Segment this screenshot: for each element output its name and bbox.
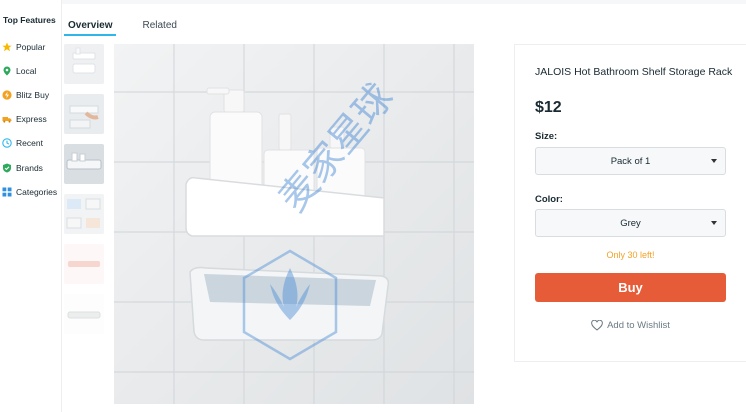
sidebar-item-label: Categories xyxy=(16,187,58,197)
main-product-image[interactable]: 麦家星球 xyxy=(114,44,474,404)
color-select[interactable]: Grey xyxy=(535,209,726,237)
sidebar-item-label: Brands xyxy=(16,163,43,173)
pin-icon xyxy=(3,66,11,76)
shelf-photo: 麦家星球 xyxy=(114,44,474,404)
color-label: Color: xyxy=(535,194,563,205)
heart-icon xyxy=(591,320,603,331)
sidebar-item-express[interactable]: Express xyxy=(2,111,47,127)
thumbnail-1[interactable] xyxy=(64,44,104,84)
chevron-down-icon xyxy=(711,159,717,163)
sidebar-title: Top Features xyxy=(3,15,56,25)
sidebar-item-local[interactable]: Local xyxy=(2,63,36,79)
stock-notice: Only 30 left! xyxy=(606,250,655,260)
thumbnail-5[interactable] xyxy=(64,244,104,284)
clock-icon xyxy=(2,138,12,148)
truck-icon xyxy=(2,117,12,123)
grid-icon xyxy=(2,187,12,197)
sidebar-item-label: Recent xyxy=(16,138,43,148)
top-strip xyxy=(62,0,746,4)
thumbnail-6[interactable] xyxy=(64,294,104,334)
product-panel: JALOIS Hot Bathroom Shelf Storage Rack $… xyxy=(514,44,746,362)
sidebar-item-brands[interactable]: Brands xyxy=(2,160,43,176)
product-title: JALOIS Hot Bathroom Shelf Storage Rack xyxy=(535,66,733,78)
color-select-value: Grey xyxy=(620,217,641,229)
shield-check-icon xyxy=(3,163,11,173)
sidebar-item-blitz-buy[interactable]: Blitz Buy xyxy=(2,87,49,103)
thumbnail-2[interactable] xyxy=(64,94,104,134)
size-select[interactable]: Pack of 1 xyxy=(535,147,726,175)
star-icon xyxy=(2,42,12,52)
tab-related[interactable]: Related xyxy=(138,14,180,36)
wishlist-label: Add to Wishlist xyxy=(607,320,670,331)
product-price: $12 xyxy=(535,99,562,116)
thumbnail-3[interactable] xyxy=(64,144,104,184)
tab-overview[interactable]: Overview xyxy=(64,14,117,36)
sidebar-item-popular[interactable]: Popular xyxy=(2,39,45,55)
buy-button[interactable]: Buy xyxy=(535,273,726,302)
size-select-value: Pack of 1 xyxy=(610,155,651,167)
chevron-down-icon xyxy=(711,221,717,225)
tab-bar: Overview Related xyxy=(64,14,181,38)
bolt-icon xyxy=(2,90,12,100)
sidebar-item-label: Express xyxy=(16,114,47,124)
sidebar-item-recent[interactable]: Recent xyxy=(2,135,43,151)
sidebar-item-label: Local xyxy=(16,66,37,76)
sidebar-item-label: Blitz Buy xyxy=(16,90,50,100)
size-label: Size: xyxy=(535,131,558,142)
add-to-wishlist-link[interactable]: Add to Wishlist xyxy=(535,320,726,331)
sidebar: Top Features Popular Local Blitz Buy Exp… xyxy=(0,0,62,412)
sidebar-item-label: Popular xyxy=(16,42,46,52)
sidebar-item-categories[interactable]: Categories xyxy=(2,184,57,200)
thumbnail-4[interactable] xyxy=(64,194,104,234)
product-page: Top Features Popular Local Blitz Buy Exp… xyxy=(0,0,746,412)
